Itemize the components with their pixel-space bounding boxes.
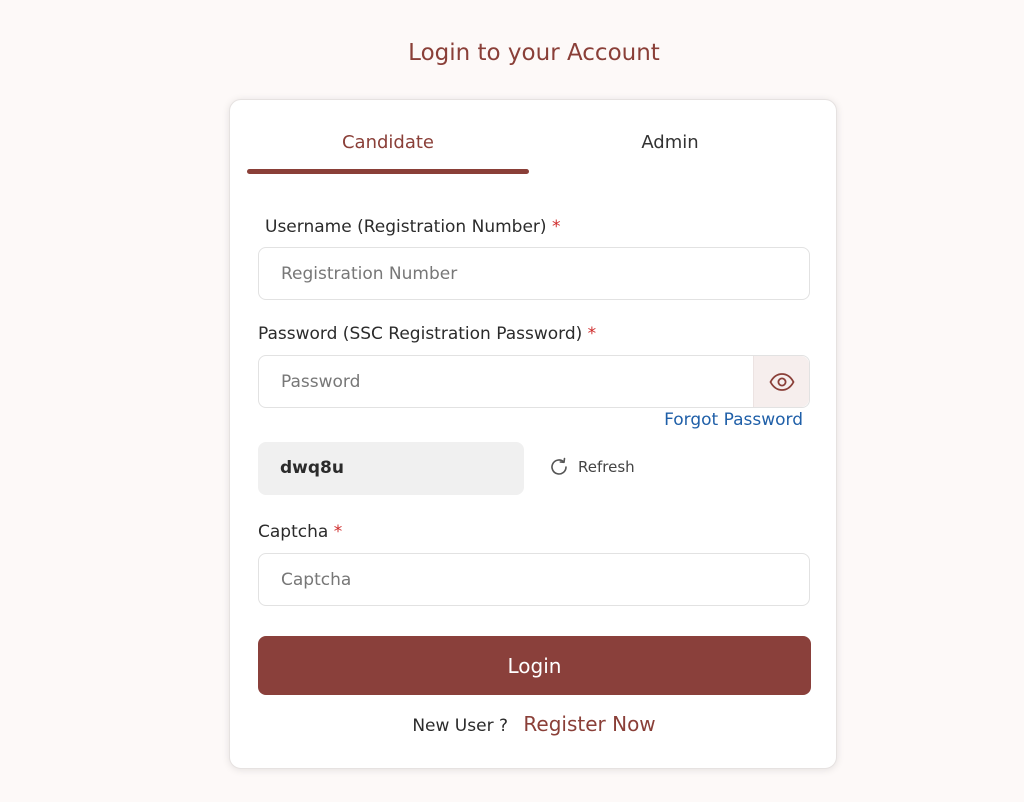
page-title: Login to your Account (408, 40, 660, 66)
tab-admin[interactable]: Admin (529, 132, 811, 153)
captcha-input[interactable] (258, 553, 810, 606)
login-card: Candidate Admin Username (Registration N… (229, 99, 837, 769)
username-label-text: Username (Registration Number) (265, 217, 547, 237)
show-password-button[interactable] (753, 356, 809, 407)
password-label-text: Password (SSC Registration Password) (258, 324, 583, 344)
refresh-label: Refresh (578, 458, 635, 476)
forgot-password-link[interactable]: Forgot Password (664, 410, 803, 430)
eye-icon (768, 372, 795, 391)
password-field (258, 355, 810, 408)
captcha-label-text: Captcha (258, 522, 329, 542)
register-now-link[interactable]: Register Now (523, 712, 655, 736)
active-tab-indicator (247, 169, 529, 174)
refresh-captcha-button[interactable]: Refresh (548, 456, 635, 478)
refresh-icon (551, 457, 567, 475)
required-mark: * (587, 324, 597, 344)
username-label: Username (Registration Number) * (265, 217, 560, 237)
captcha-label: Captcha * (258, 522, 342, 542)
register-prompt: New User ? Register Now (230, 712, 838, 736)
captcha-code: dwq8u (258, 442, 524, 495)
required-mark: * (551, 217, 561, 237)
new-user-text: New User ? (412, 716, 508, 736)
tab-candidate[interactable]: Candidate (247, 132, 529, 153)
required-mark: * (333, 522, 343, 542)
login-button[interactable]: Login (258, 636, 811, 695)
password-input[interactable] (258, 355, 810, 408)
password-label: Password (SSC Registration Password) * (258, 324, 596, 344)
username-input[interactable] (258, 247, 810, 300)
